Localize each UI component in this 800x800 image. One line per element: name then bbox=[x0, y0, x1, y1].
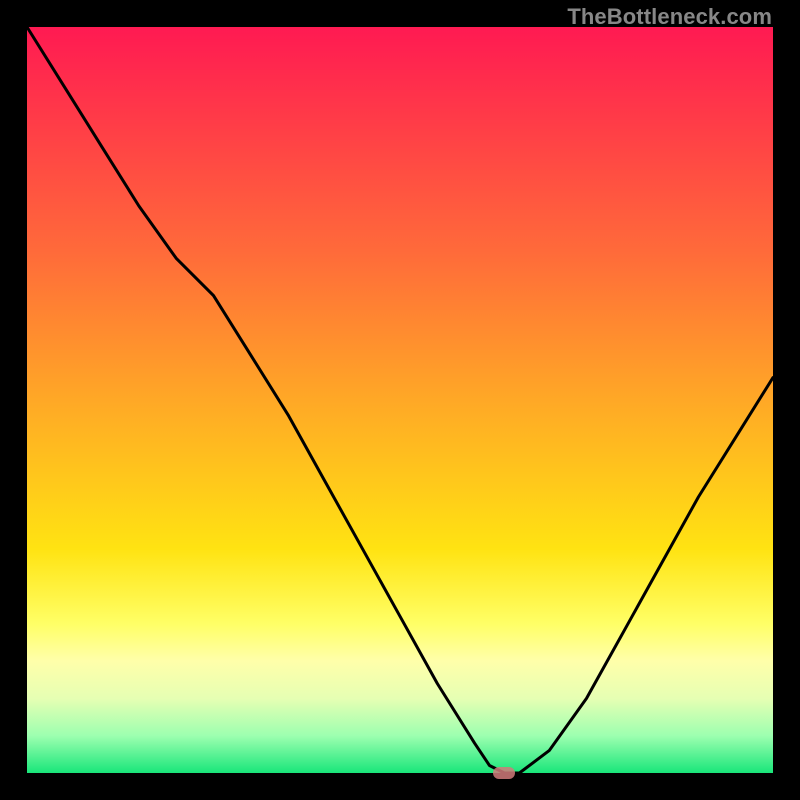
plot-area bbox=[27, 27, 773, 773]
bottleneck-curve bbox=[27, 27, 773, 773]
chart-frame: TheBottleneck.com bbox=[0, 0, 800, 800]
optimum-marker bbox=[493, 767, 515, 779]
watermark-text: TheBottleneck.com bbox=[567, 4, 772, 30]
